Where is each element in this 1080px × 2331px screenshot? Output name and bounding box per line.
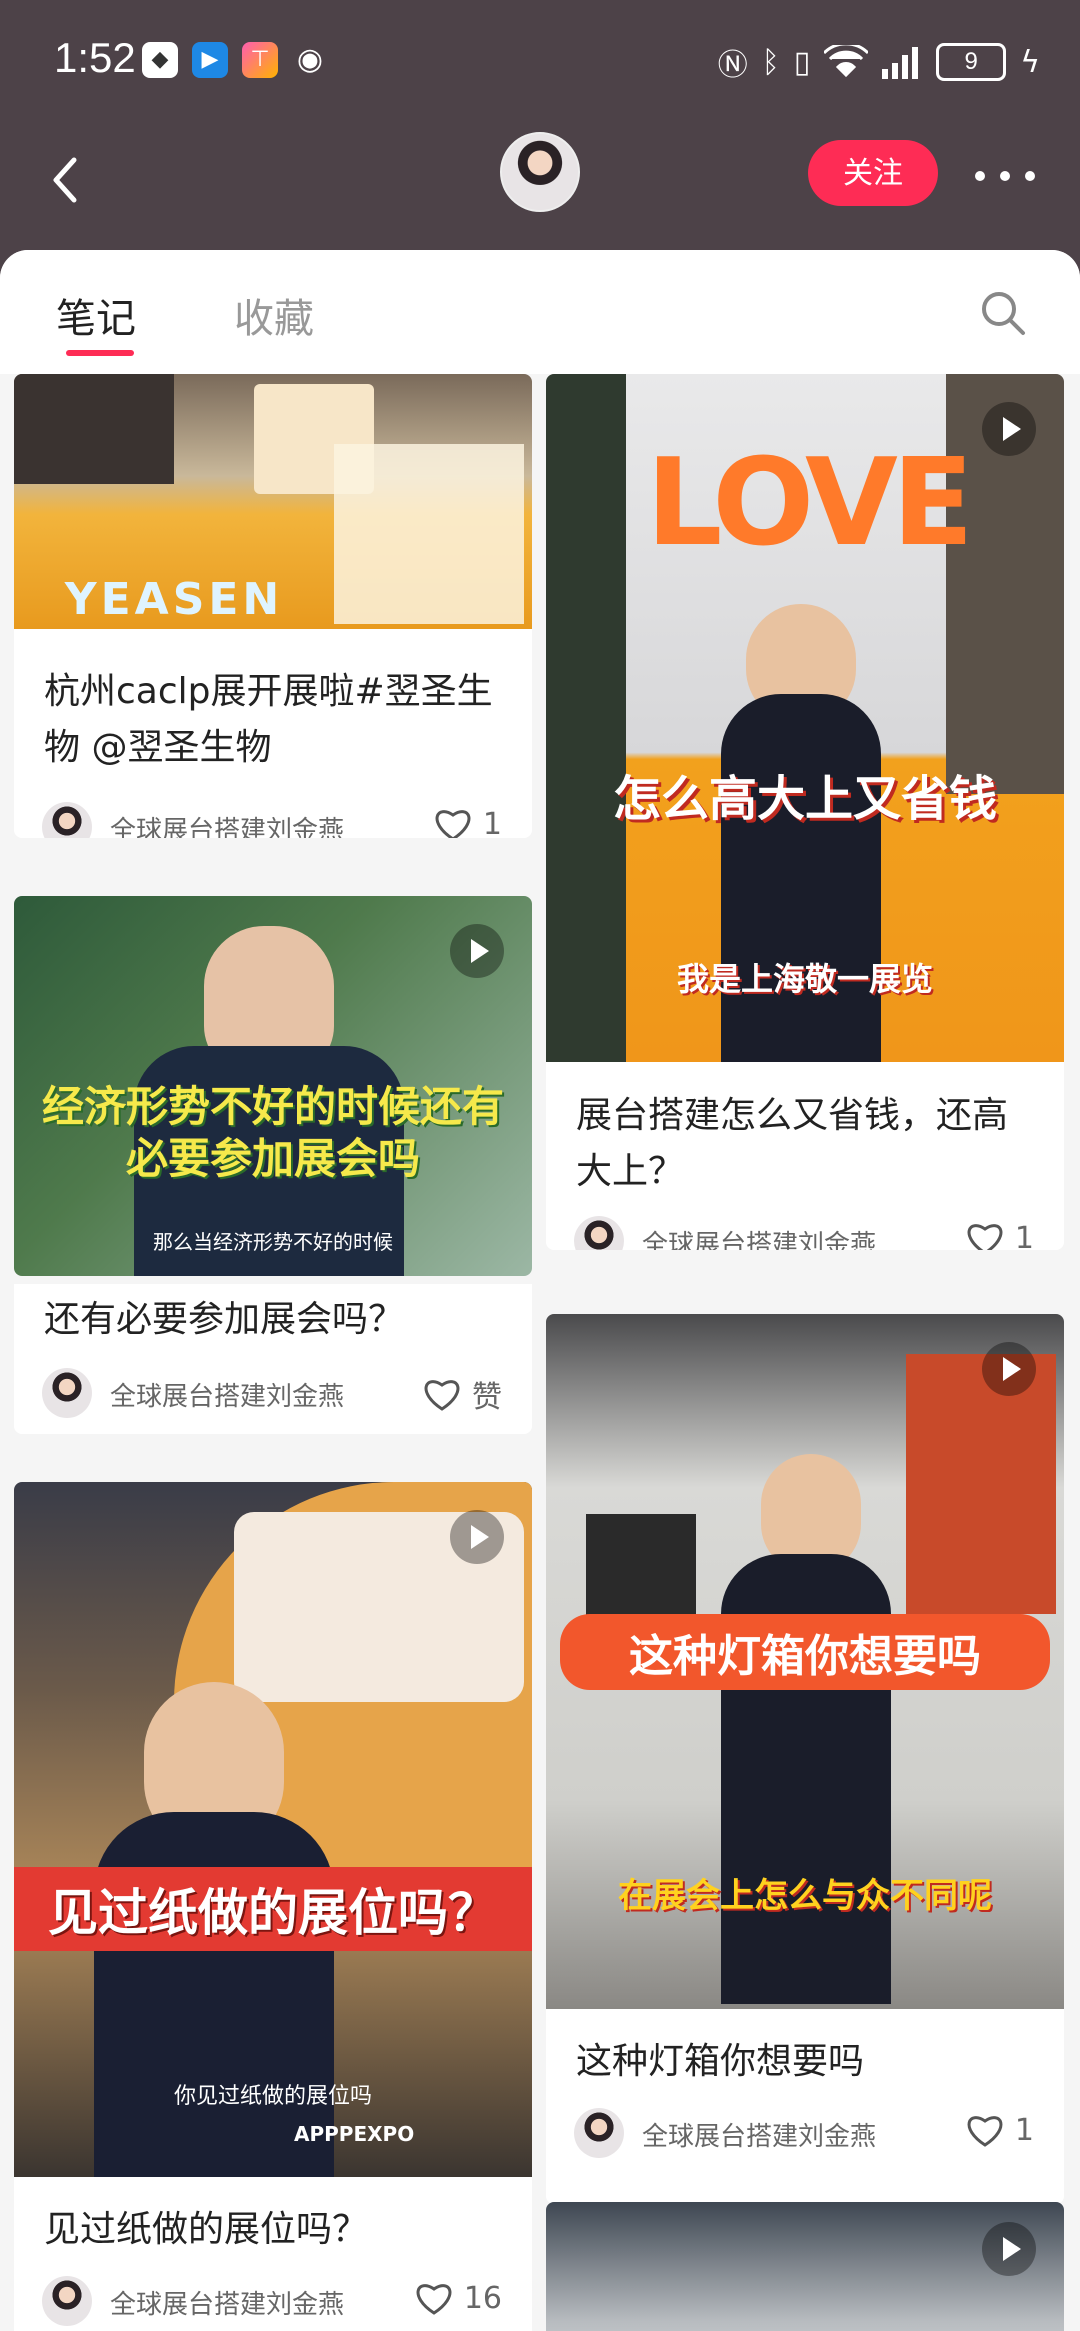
content-panel: 笔记 收藏 YEASEN 杭州caclp展开展啦#翌圣生物 @翌圣生物 全球展台… [0, 250, 1080, 2331]
video-play-icon [450, 1510, 504, 1564]
video-overlay-text: 见过纸做的展位吗？ [14, 1867, 532, 1951]
like-count: 1 [1014, 1220, 1034, 1251]
video-overlay-text: 怎么高大上又省钱 [612, 771, 997, 827]
video-overlay-subtext: 在展会上怎么与众不同呢 [618, 1876, 992, 1916]
author-name: 全球展台搭建刘金燕 [110, 1382, 345, 1412]
status-time: 1:52 [54, 34, 136, 81]
note-author-row: 全球展台搭建刘金燕 16 [42, 2276, 502, 2331]
love-sign-letter: LOVE [646, 434, 974, 573]
profile-avatar[interactable] [500, 132, 580, 212]
note-thumbnail[interactable]: 见过纸做的展位吗？ 你见过纸做的展位吗 APPPEXPO [14, 1482, 532, 2177]
charging-icon: ϟ [1020, 44, 1040, 80]
note-title: 展台搭建怎么又省钱，还高大上？ [576, 1095, 1009, 1192]
like-count: 1 [482, 806, 502, 839]
video-overlay-text: 经济形势不好的时候还有必要参加展会吗 [42, 1082, 505, 1183]
notification-app-icon: ▶ [192, 42, 228, 78]
notification-app-icon: ◆ [142, 42, 178, 78]
note-author-row: 全球展台搭建刘金燕 1 [42, 802, 502, 838]
video-overlay-subtext: 我是上海敬一展览 [676, 960, 933, 998]
note-thumbnail[interactable]: 经济形势不好的时候还有必要参加展会吗 那么当经济形势不好的时候 [14, 896, 532, 1276]
like-count: 赞 [472, 1380, 502, 1415]
active-tab-indicator [66, 350, 134, 356]
wifi-icon [824, 45, 869, 78]
author-avatar [574, 1216, 624, 1250]
like-button[interactable]: 1 [965, 2112, 1034, 2148]
author-avatar [574, 2108, 624, 2158]
author-avatar [42, 802, 92, 838]
tab-favorites[interactable]: 收藏 [234, 286, 314, 344]
note-card[interactable]: 见过纸做的展位吗？ 你见过纸做的展位吗 APPPEXPO 见过纸做的展位吗？ 全… [14, 1482, 532, 2331]
author-name: 全球展台搭建刘金燕 [110, 2290, 345, 2320]
note-card[interactable]: LOVE 怎么高大上又省钱 我是上海敬一展览 展台搭建怎么又省钱，还高大上？ 全… [546, 374, 1064, 1250]
like-button[interactable]: 赞 [422, 1372, 502, 1416]
status-icons: Ⓝ ᛒ ▯ 9 ϟ [718, 40, 1040, 84]
note-title: 杭州caclp展开展啦#翌圣生物 @翌圣生物 [44, 671, 493, 768]
author-name: 全球展台搭建刘金燕 [642, 1230, 877, 1250]
note-card[interactable]: YEASEN 杭州caclp展开展啦#翌圣生物 @翌圣生物 全球展台搭建刘金燕 … [14, 374, 532, 838]
author-name: 全球展台搭建刘金燕 [642, 2122, 877, 2152]
author-avatar [42, 1368, 92, 1418]
like-count: 16 [463, 2280, 502, 2316]
video-play-icon [982, 1342, 1036, 1396]
nfc-icon: Ⓝ [717, 48, 748, 83]
note-author-row: 全球展台搭建刘金燕 赞 [42, 1368, 502, 1424]
heart-icon [967, 2116, 1003, 2147]
video-play-icon [450, 924, 504, 978]
heart-icon [424, 1380, 460, 1411]
like-button[interactable]: 16 [414, 2280, 502, 2316]
note-title: 见过纸做的展位吗？ [44, 2209, 369, 2250]
heart-icon [416, 2284, 452, 2315]
note-thumbnail[interactable] [546, 2202, 1064, 2331]
author-name: 全球展台搭建刘金燕 [110, 816, 345, 838]
note-title: 还有必要参加展会吗？ [44, 1299, 405, 1340]
note-card-footer[interactable]: 还有必要参加展会吗？ 全球展台搭建刘金燕 赞 [14, 1284, 532, 1434]
video-subtitle: 那么当经济形势不好的时候 [153, 1230, 393, 1254]
like-button[interactable]: 1 [965, 1220, 1034, 1250]
thumbnail-detail [906, 1354, 1056, 1614]
vibrate-icon: ▯ [793, 44, 811, 80]
back-arrow-icon[interactable] [40, 150, 100, 210]
bluetooth-icon: ᛒ [761, 44, 780, 80]
note-thumbnail[interactable]: 这种灯箱你想要吗 在展会上怎么与众不同呢 [546, 1314, 1064, 2009]
eye-icon: ◉ [296, 42, 324, 77]
note-author-row: 全球展台搭建刘金燕 1 [574, 2108, 1034, 2164]
thumbnail-detail [721, 694, 881, 1062]
note-thumbnail[interactable]: LOVE 怎么高大上又省钱 我是上海敬一展览 [546, 374, 1064, 1062]
note-card[interactable] [546, 2202, 1064, 2331]
note-author-row: 全球展台搭建刘金燕 1 [574, 1216, 1034, 1250]
video-play-icon [982, 2222, 1036, 2276]
notification-app-icon: ⊤ [242, 42, 278, 78]
thumbnail-text: YEASEN [64, 574, 284, 625]
author-avatar [42, 2276, 92, 2326]
status-bar: 1:52 ◆ ▶ ⊤ ◉ Ⓝ ᛒ ▯ 9 ϟ [0, 0, 1080, 120]
more-icon[interactable] [970, 156, 1040, 196]
video-overlay-text: 这种灯箱你想要吗 [560, 1614, 1050, 1690]
heart-icon [967, 1224, 1003, 1250]
follow-button[interactable]: 关注 [808, 140, 938, 206]
brand-badge: APPPEXPO [294, 2122, 415, 2146]
note-title: 这种灯箱你想要吗 [576, 2041, 865, 2082]
love-sign-text: LOVE [646, 434, 974, 573]
note-card[interactable]: 经济形势不好的时候还有必要参加展会吗 那么当经济形势不好的时候 [14, 896, 532, 1276]
video-play-icon [982, 402, 1036, 456]
heart-icon [435, 810, 471, 838]
signal-icon [882, 47, 919, 79]
search-icon[interactable] [978, 288, 1028, 338]
tab-notes[interactable]: 笔记 [56, 286, 136, 344]
like-button[interactable]: 1 [433, 806, 502, 838]
profile-header: 关注 [0, 120, 1080, 250]
battery-indicator: 9 [936, 43, 1007, 81]
tab-bar: 笔记 收藏 [0, 250, 1080, 374]
note-thumbnail[interactable]: YEASEN [14, 374, 532, 629]
thumbnail-detail [334, 444, 524, 624]
like-count: 1 [1014, 2112, 1034, 2148]
thumbnail-detail [14, 374, 174, 484]
video-subtitle: 你见过纸做的展位吗 [173, 2084, 372, 2109]
note-card[interactable]: 这种灯箱你想要吗 在展会上怎么与众不同呢 这种灯箱你想要吗 全球展台搭建刘金燕 … [546, 1314, 1064, 2204]
